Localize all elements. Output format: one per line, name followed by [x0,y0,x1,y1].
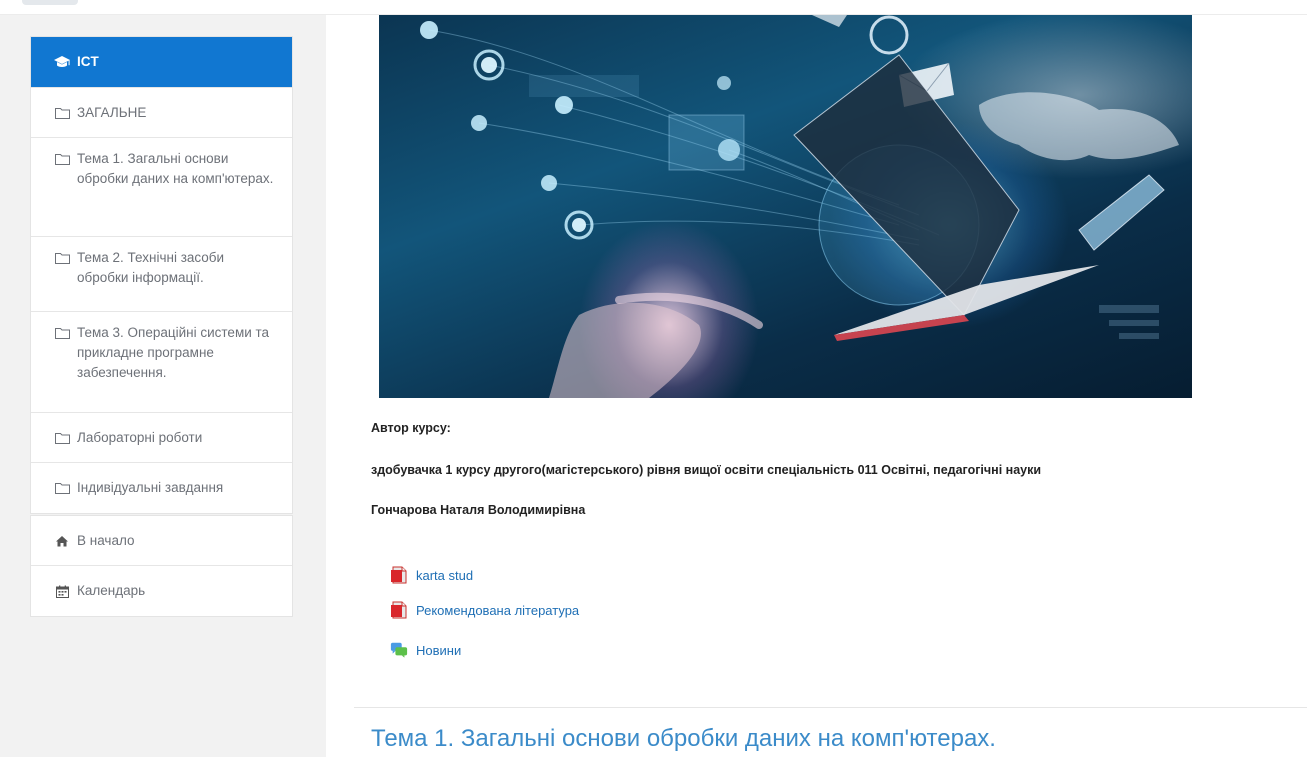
nav-section-label: Тема 3. Операційні системи та прикладне … [77,325,270,380]
folder-icon [53,482,71,494]
nav-link-label: Календарь [77,583,146,598]
navbar-tab-stub[interactable] [22,0,78,5]
nav-link-label: В начало [77,532,135,548]
course-nav-group: ICT ЗАГАЛЬНЕ Тема 1. Загальні основи обр… [30,36,293,514]
nav-section-label: Лабораторні роботи [77,429,203,445]
course-content [326,15,1307,757]
home-icon [53,535,71,547]
activity-link-label[interactable]: Рекомендована література [416,603,579,618]
folder-icon [53,153,71,165]
nav-drawer: ICT ЗАГАЛЬНЕ Тема 1. Загальні основи обр… [0,15,326,757]
section-divider [354,707,1307,708]
nav-course-home[interactable]: ICT [31,37,292,88]
folder-icon [53,327,71,339]
pdf-file-icon [390,601,408,619]
folder-icon [53,432,71,444]
site-nav-group: В начало Календарь [30,515,293,617]
pdf-file-icon [390,566,408,584]
nav-section-label: Тема 1. Загальні основи обробки даних на… [77,151,274,186]
activity-recommended-literature[interactable]: Рекомендована література [390,601,579,619]
course-banner-image [379,15,1192,398]
forum-icon [390,641,408,659]
activity-karta-stud[interactable]: karta stud [390,566,473,584]
calendar-icon [53,585,71,598]
activity-link-label[interactable]: karta stud [416,568,473,583]
activity-link-label[interactable]: Новини [416,643,461,658]
banner-illustration [420,15,1179,398]
activity-news-forum[interactable]: Новини [390,641,461,659]
author-description: здобувачка 1 курсу другого(магістерськог… [371,463,1042,477]
nav-section-labs[interactable]: Лабораторні роботи [31,413,292,463]
nav-calendar-link[interactable]: Календарь [31,566,292,616]
nav-section-topic-3[interactable]: Тема 3. Операційні системи та прикладне … [31,312,292,413]
author-label: Автор курсу: [371,421,451,435]
top-navbar [0,0,1307,15]
nav-home-link[interactable]: В начало [31,516,292,566]
section-title-topic-1[interactable]: Тема 1. Загальні основи обробки даних на… [371,725,996,753]
nav-section-general[interactable]: ЗАГАЛЬНЕ [31,88,292,138]
nav-section-label: Тема 2. Технічні засоби обробки інформац… [77,250,225,285]
nav-section-label: Індивідуальні завдання [77,480,224,495]
nav-section-topic-2[interactable]: Тема 2. Технічні засоби обробки інформац… [31,237,292,312]
folder-icon [53,107,71,119]
nav-section-topic-1[interactable]: Тема 1. Загальні основи обробки даних на… [31,138,292,237]
nav-section-label: ЗАГАЛЬНЕ [77,104,147,120]
folder-icon [53,252,71,264]
nav-course-label: ICT [77,54,99,69]
graduation-cap-icon [53,55,71,69]
nav-section-individual-tasks[interactable]: Індивідуальні завдання [31,463,292,513]
author-name: Гончарова Наталя Володимирівна [371,503,586,517]
